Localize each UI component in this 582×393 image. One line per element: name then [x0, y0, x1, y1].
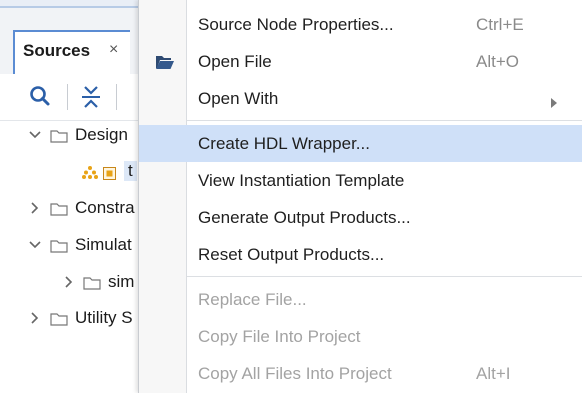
sources-tab-bar: Sources ×	[0, 8, 140, 75]
menu-item-copy-all-files-into-project[interactable]: Copy All Files Into Project Alt+I	[139, 355, 582, 392]
menu-item-create-hdl-wrapper[interactable]: Create HDL Wrapper...	[139, 125, 582, 162]
menu-item-label: Replace File...	[198, 290, 307, 309]
tab-close-icon[interactable]: ×	[109, 41, 118, 59]
screen: Sources × Design t Constra Simulat sim U…	[0, 0, 582, 393]
menu-item-open-file[interactable]: Open File Alt+O	[139, 43, 582, 80]
tree-item-block-design[interactable]: t	[0, 155, 140, 189]
tree-item-simulation-sources[interactable]: Simulat	[0, 229, 140, 263]
folder-icon	[50, 201, 68, 216]
chevron-right-icon[interactable]	[28, 310, 42, 324]
folder-open-icon	[155, 54, 175, 70]
folder-icon	[50, 128, 68, 143]
chevron-right-icon[interactable]	[28, 200, 42, 214]
menu-item-label: Create HDL Wrapper...	[198, 134, 370, 153]
menu-item-copy-file-into-project[interactable]: Copy File Into Project	[139, 318, 582, 355]
block-design-icon	[103, 165, 116, 180]
sources-toolbar	[0, 74, 140, 121]
submenu-arrow-icon	[550, 93, 558, 108]
tree-item-design-sources[interactable]: Design	[0, 119, 140, 153]
menu-separator	[187, 120, 582, 121]
menu-item-label: Copy All Files Into Project	[198, 364, 392, 383]
menu-item-reset-output-products[interactable]: Reset Output Products...	[139, 236, 582, 273]
tree-item-label: Simulat	[75, 235, 132, 254]
menu-item-label: View Instantiation Template	[198, 171, 405, 190]
folder-icon	[50, 238, 68, 253]
tree-item-label: sim	[108, 272, 135, 291]
tree-item-constraints[interactable]: Constra	[0, 192, 140, 226]
context-menu: Source Node Properties... Ctrl+E Open Fi…	[138, 0, 582, 393]
tree-item-label: t	[124, 161, 137, 181]
menu-separator	[187, 276, 582, 277]
search-icon[interactable]	[28, 84, 52, 108]
tab-sources-label: Sources	[23, 41, 91, 60]
sources-panel: Sources × Design t Constra Simulat sim U…	[0, 8, 140, 393]
menu-item-shortcut: Ctrl+E	[476, 15, 524, 34]
tab-sources[interactable]: Sources ×	[13, 30, 130, 74]
toolbar-separator	[67, 84, 68, 110]
collapse-all-icon[interactable]	[80, 84, 102, 110]
tree-item-label: Constra	[75, 198, 135, 217]
chevron-down-icon[interactable]	[28, 237, 42, 251]
menu-item-shortcut: Alt+O	[476, 52, 519, 71]
menu-item-label: Generate Output Products...	[198, 208, 411, 227]
menu-item-view-instantiation-template[interactable]: View Instantiation Template	[139, 162, 582, 199]
menu-item-source-node-properties[interactable]: Source Node Properties... Ctrl+E	[139, 6, 582, 43]
menu-item-label: Open With	[198, 89, 279, 108]
folder-icon	[50, 311, 68, 326]
menu-item-label: Source Node Properties...	[198, 15, 394, 34]
menu-item-label: Copy File Into Project	[198, 327, 361, 346]
tree-item-utility-sources[interactable]: Utility S	[0, 302, 140, 336]
menu-item-generate-output-products[interactable]: Generate Output Products...	[139, 199, 582, 236]
tree-item-label: Design	[75, 125, 128, 144]
window-top-edge	[0, 0, 140, 8]
tree-item-sim-set[interactable]: sim	[0, 266, 140, 300]
menu-item-shortcut: Alt+I	[476, 364, 511, 383]
menu-item-open-with[interactable]: Open With	[139, 80, 582, 117]
menu-item-label: Open File	[198, 52, 272, 71]
chevron-right-icon[interactable]	[62, 274, 76, 288]
hierarchy-icon	[82, 164, 98, 179]
tree-item-label: Utility S	[75, 308, 133, 327]
menu-item-replace-file[interactable]: Replace File...	[139, 281, 582, 318]
toolbar-separator	[116, 84, 117, 110]
chevron-down-icon[interactable]	[28, 127, 42, 141]
menu-item-label: Reset Output Products...	[198, 245, 385, 264]
window-top-strip	[0, 0, 140, 8]
folder-icon	[83, 275, 101, 290]
